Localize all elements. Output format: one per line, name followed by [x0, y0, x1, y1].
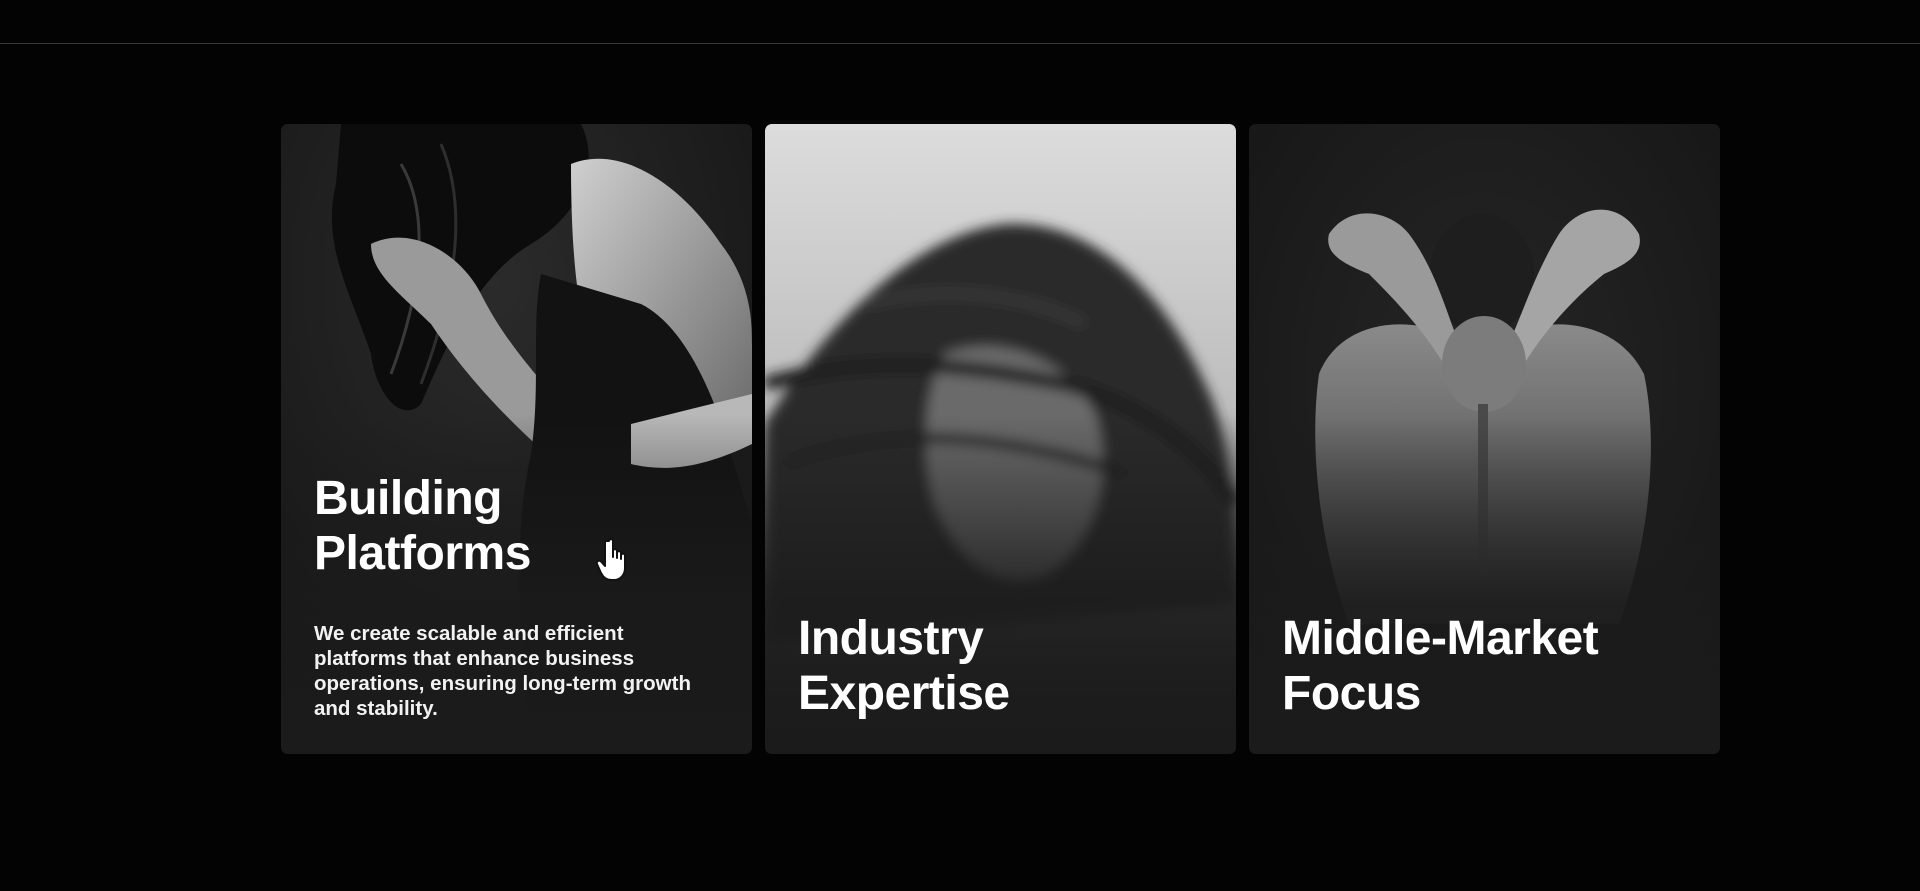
- hand-pointer-icon: [595, 538, 626, 581]
- card-description: We create scalable and efficient platfor…: [314, 622, 691, 720]
- header-divider: [0, 43, 1920, 44]
- card-content: Building Platforms We create scalable an…: [314, 471, 722, 721]
- card-title: Industry Expertise: [798, 612, 1010, 720]
- card-content: Middle-Market Focus: [1282, 611, 1690, 721]
- card-title: Building Platforms: [314, 472, 531, 580]
- card-content: Industry Expertise: [798, 611, 1206, 721]
- card-title: Middle-Market Focus: [1282, 612, 1599, 720]
- card-industry-expertise[interactable]: Industry Expertise: [765, 124, 1236, 754]
- card-building-platforms[interactable]: Building Platforms We create scalable an…: [281, 124, 752, 754]
- feature-cards: Building Platforms We create scalable an…: [281, 124, 1720, 754]
- card-middle-market-focus[interactable]: Middle-Market Focus: [1249, 124, 1720, 754]
